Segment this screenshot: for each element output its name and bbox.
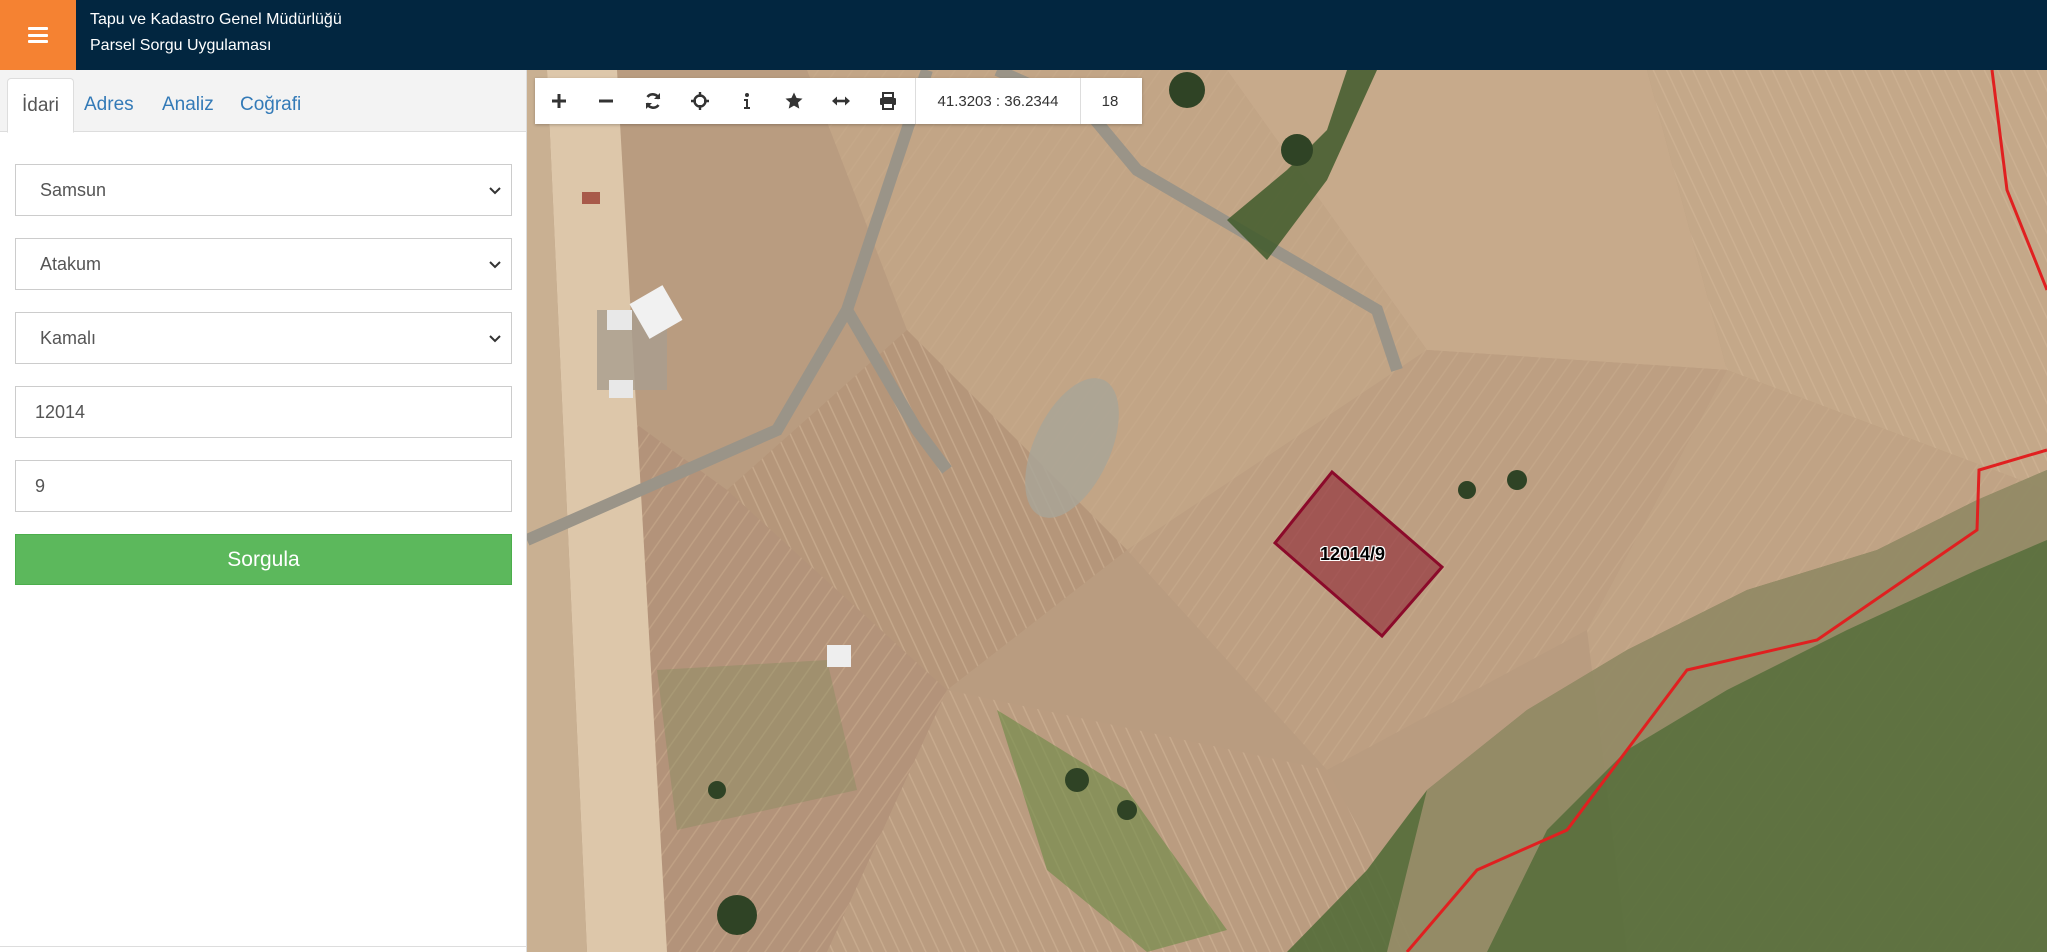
map-toolbar: 41.3203 : 36.2344 18 xyxy=(535,78,1142,124)
crosshair-icon xyxy=(690,92,709,110)
parcel-label: 12014/9 xyxy=(1320,544,1386,564)
coordinate-display: 41.3203 : 36.2344 xyxy=(915,78,1081,124)
star-icon xyxy=(785,92,802,109)
parcel-input[interactable]: 9 xyxy=(15,460,512,512)
block-value: 12014 xyxy=(35,401,86,422)
print-button[interactable] xyxy=(864,78,911,124)
tab-analiz[interactable]: Analiz xyxy=(148,78,228,133)
query-button[interactable]: Sorgula xyxy=(15,534,512,585)
chevron-down-icon xyxy=(489,335,501,343)
info-icon xyxy=(743,93,750,109)
title-line-2: Parsel Sorgu Uygulaması xyxy=(90,37,272,54)
zoom-level-display: 18 xyxy=(1101,92,1119,110)
zoom-out-button[interactable] xyxy=(582,78,629,124)
refresh-icon xyxy=(645,93,660,109)
tab-idari[interactable]: İdari xyxy=(7,78,74,133)
tab-adres[interactable]: Adres xyxy=(70,78,148,133)
parcel-value: 9 xyxy=(35,475,46,496)
minus-icon xyxy=(598,99,613,103)
locate-button[interactable] xyxy=(676,78,723,124)
province-select[interactable]: Samsun xyxy=(15,164,512,216)
neighborhood-select[interactable]: Kamalı xyxy=(15,312,512,364)
plus-icon xyxy=(551,94,566,108)
measure-button[interactable] xyxy=(817,78,864,124)
refresh-button[interactable] xyxy=(629,78,676,124)
hamburger-icon xyxy=(28,27,48,43)
district-select[interactable]: Atakum xyxy=(15,238,512,290)
sidebar: İdari Adres Analiz Coğrafi Samsun Atakum… xyxy=(0,70,527,952)
app-title: Tapu ve Kadastro Genel Müdürlüğü Parsel … xyxy=(90,7,342,59)
title-line-1: Tapu ve Kadastro Genel Müdürlüğü xyxy=(90,11,342,28)
sidebar-footer-divider xyxy=(0,946,527,952)
zoom-in-button[interactable] xyxy=(535,78,582,124)
satellite-imagery xyxy=(527,70,2047,952)
block-input[interactable]: 12014 xyxy=(15,386,512,438)
chevron-down-icon xyxy=(489,261,501,269)
menu-button[interactable] xyxy=(0,0,76,70)
info-button[interactable] xyxy=(723,78,770,124)
tab-bar: İdari Adres Analiz Coğrafi xyxy=(0,70,526,133)
measure-icon xyxy=(831,96,850,106)
print-icon xyxy=(879,92,896,110)
chevron-down-icon xyxy=(489,187,501,195)
district-value: Atakum xyxy=(40,253,102,274)
neighborhood-value: Kamalı xyxy=(40,327,97,348)
tab-cografi[interactable]: Coğrafi xyxy=(226,78,315,133)
app-header: Tapu ve Kadastro Genel Müdürlüğü Parsel … xyxy=(0,0,2047,70)
map-view[interactable]: 41.3203 : 36.2344 18 12014/9 xyxy=(527,70,2047,952)
favorite-button[interactable] xyxy=(770,78,817,124)
province-value: Samsun xyxy=(40,179,107,200)
